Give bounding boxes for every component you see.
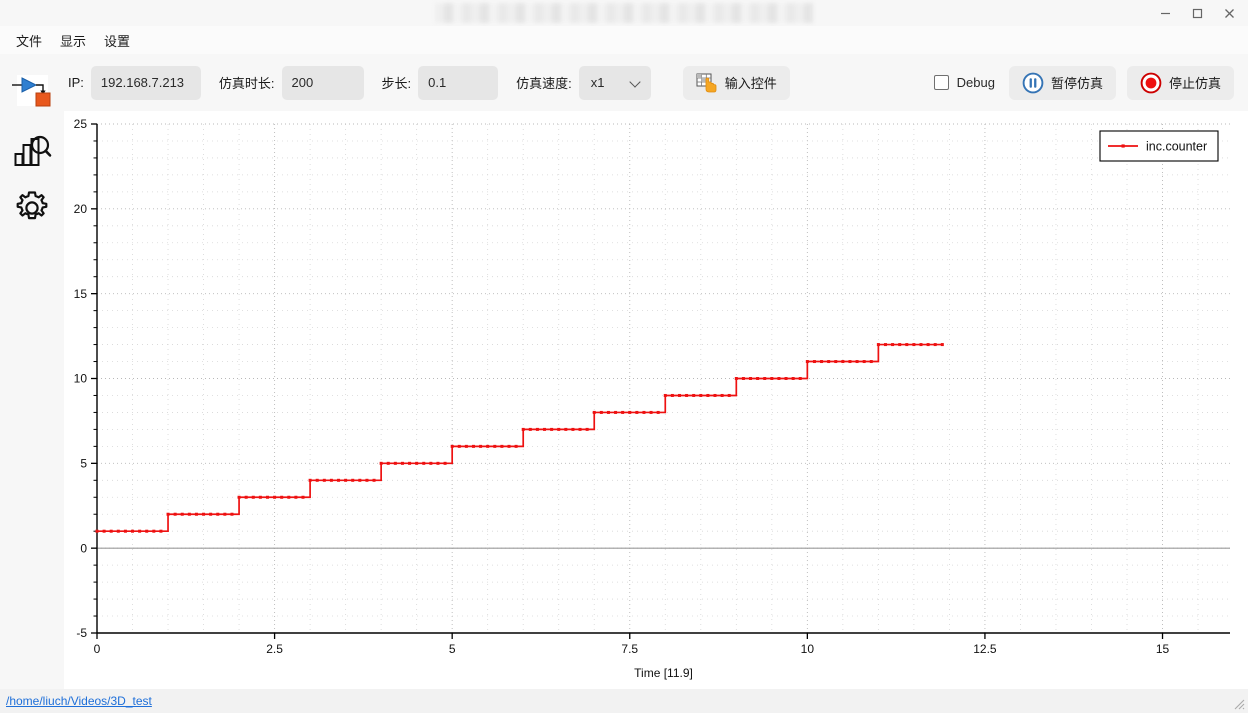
sidebar-item-analysis[interactable]: [12, 131, 52, 176]
resize-grip-icon[interactable]: [1232, 697, 1245, 710]
svg-text:12.5: 12.5: [973, 642, 997, 656]
debug-checkbox-wrap[interactable]: Debug: [933, 75, 995, 90]
svg-text:10: 10: [801, 642, 815, 656]
maximize-button[interactable]: [1182, 1, 1212, 25]
input-widget-button[interactable]: 输入控件: [682, 65, 790, 100]
time-series-chart[interactable]: -5 0 5 10 15 20 25 0 2.5 5 7.5 10 12.5 15 Time [11.9]…: [64, 111, 1248, 689]
svg-text:15: 15: [74, 287, 88, 301]
chart-x-axis-title: Time [11.9]: [634, 666, 693, 680]
svg-text:inc.counter: inc.counter: [1146, 139, 1207, 153]
svg-text:25: 25: [74, 117, 88, 131]
minimize-icon: [1160, 12, 1170, 14]
application-window: 文件 显示 设置 IP: 仿真时长: 步长: 仿真速度: x1: [0, 0, 1248, 713]
pause-simulation-label: 暂停仿真: [1050, 76, 1103, 91]
svg-text:5: 5: [449, 642, 456, 656]
pause-simulation-button[interactable]: 暂停仿真: [1008, 65, 1116, 100]
debug-checkbox[interactable]: [933, 75, 949, 90]
svg-text:10: 10: [74, 372, 88, 386]
pause-icon: [1022, 72, 1044, 93]
input-widget-label: 输入控件: [724, 76, 777, 91]
model-run-icon: [12, 75, 51, 107]
sidebar-item-model[interactable]: [12, 73, 52, 114]
sidebar-item-settings[interactable]: [12, 188, 52, 233]
svg-text:5: 5: [80, 457, 87, 471]
svg-text:20: 20: [74, 202, 88, 216]
close-button[interactable]: [1214, 1, 1244, 25]
window-title-redacted: [435, 3, 813, 23]
ip-label: IP:: [68, 75, 84, 90]
speed-select-value: x1: [590, 75, 605, 90]
chart-inspect-icon: [14, 135, 52, 166]
maximize-icon: [1192, 8, 1202, 18]
input-widget-icon: [696, 73, 717, 92]
svg-text:2.5: 2.5: [266, 642, 283, 656]
title-bar: [0, 0, 1248, 26]
step-label: 步长:: [381, 76, 412, 91]
svg-text:0: 0: [80, 541, 87, 555]
speed-select[interactable]: x1: [578, 65, 651, 100]
speed-label: 仿真速度:: [516, 76, 572, 91]
stop-simulation-label: 停止仿真: [1168, 76, 1221, 91]
svg-text:0: 0: [94, 642, 101, 656]
menu-bar: 文件 显示 设置: [0, 26, 1248, 54]
gear-icon: [16, 191, 48, 220]
svg-text:Time [11.9]: Time [11.9]: [634, 666, 693, 680]
svg-text:7.5: 7.5: [621, 642, 638, 656]
chart-panel: -5 0 5 10 15 20 25 0 2.5 5 7.5 10 12.5 15 Time [11.9]…: [64, 111, 1248, 689]
chart-legend[interactable]: inc.counter: [1099, 130, 1219, 162]
status-path-link[interactable]: /home/liuch/Videos/3D_test: [6, 694, 152, 708]
window-controls: [1150, 0, 1244, 26]
svg-text:15: 15: [1156, 642, 1170, 656]
chart-background: [64, 111, 1248, 689]
menu-view[interactable]: 显示: [58, 29, 88, 52]
menu-settings[interactable]: 设置: [102, 29, 132, 52]
toolbar: IP: 仿真时长: 步长: 仿真速度: x1: [0, 54, 1248, 111]
stop-simulation-button[interactable]: 停止仿真: [1126, 65, 1234, 100]
step-input[interactable]: [418, 65, 499, 100]
menu-file[interactable]: 文件: [14, 29, 44, 52]
ip-input[interactable]: [90, 65, 201, 100]
chevron-down-icon: [631, 77, 642, 88]
duration-label: 仿真时长:: [218, 76, 275, 91]
debug-label: Debug: [956, 75, 995, 90]
status-bar: /home/liuch/Videos/3D_test: [0, 689, 1248, 713]
svg-text:-5: -5: [76, 626, 87, 640]
minimize-button[interactable]: [1150, 1, 1180, 25]
duration-input[interactable]: [281, 65, 364, 100]
stop-icon: [1140, 72, 1162, 93]
close-icon: [1224, 8, 1234, 18]
